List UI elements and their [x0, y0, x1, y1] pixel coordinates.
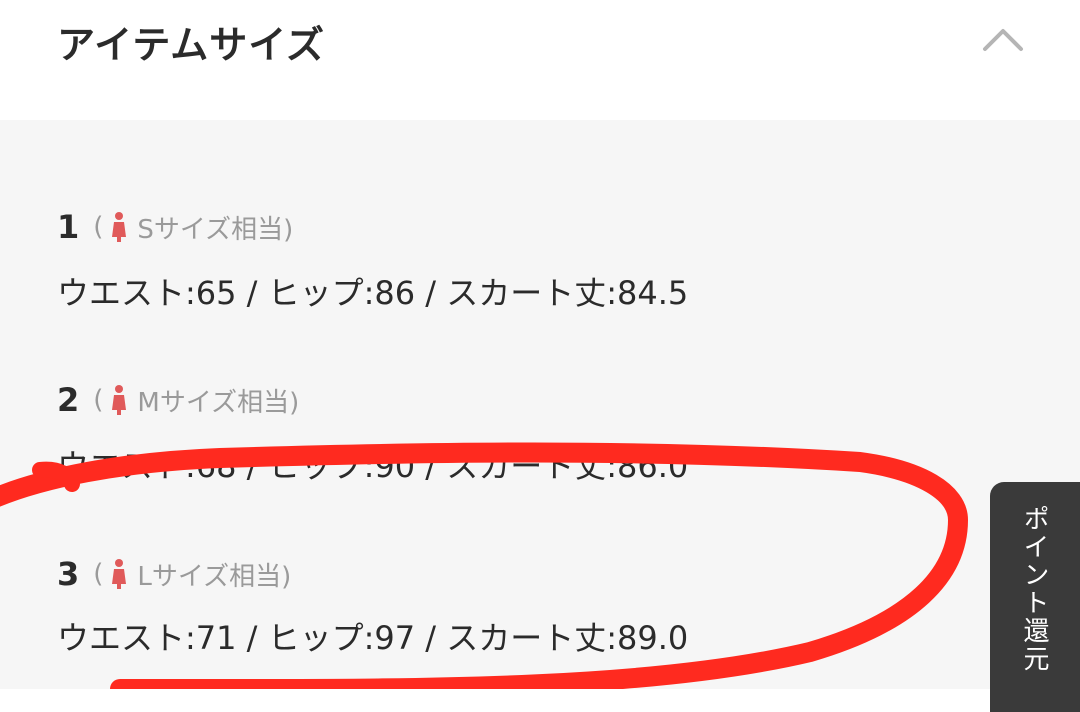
size-equivalent: ( Lサイズ相当) — [93, 559, 292, 592]
item-size-header[interactable]: アイテムサイズ — [0, 0, 1080, 120]
size-equivalent: ( Sサイズ相当) — [93, 212, 294, 245]
size-number: 1 — [57, 208, 80, 246]
section-title: アイテムサイズ — [57, 23, 326, 67]
size-item-2-header: 2 ( Mサイズ相当) — [57, 381, 299, 419]
size-number: 2 — [57, 381, 80, 419]
size-item-3-header: 3 ( Lサイズ相当) — [57, 555, 291, 593]
size-item-1-header: 1 ( Sサイズ相当) — [57, 208, 293, 246]
size-number: 3 — [57, 555, 80, 593]
female-person-icon — [112, 212, 127, 242]
point-reward-label[interactable]: ポイント還元 — [1016, 505, 1053, 673]
size-equivalent: ( Mサイズ相当) — [93, 385, 300, 418]
size-item-2-measurements: ウエスト:68 / ヒップ:90 / スカート丈:86.0 — [57, 447, 689, 485]
size-item-3-measurements: ウエスト:71 / ヒップ:97 / スカート丈:89.0 — [57, 619, 689, 657]
female-person-icon — [112, 559, 127, 589]
size-item-1-measurements: ウエスト:65 / ヒップ:86 / スカート丈:84.5 — [57, 274, 689, 312]
chevron-up-icon[interactable] — [982, 26, 1024, 52]
female-person-icon — [112, 385, 127, 415]
